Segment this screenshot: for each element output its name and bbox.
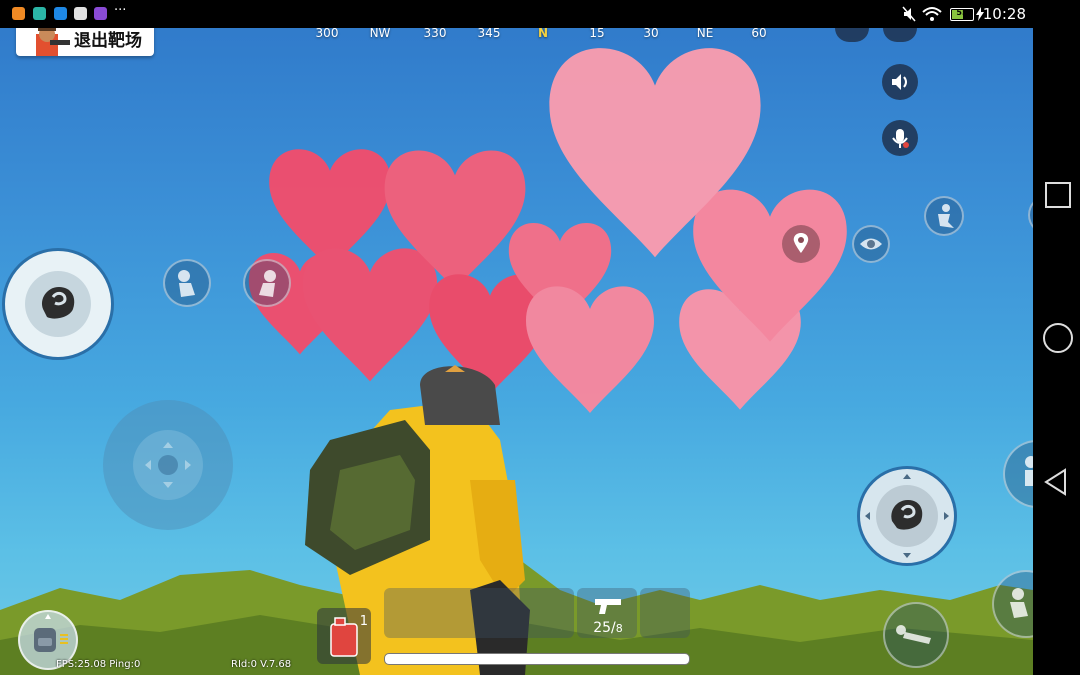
weapon-slot-pistol[interactable]: 25/8 (577, 588, 637, 638)
fire-button-right-inner (876, 485, 938, 547)
consumable-slot[interactable]: 1 (317, 608, 371, 664)
compass-tick: 345 (477, 26, 501, 40)
fire-button-left-inner (25, 271, 91, 337)
fire-button-left[interactable] (2, 248, 114, 360)
compass-tick-north: N (537, 26, 549, 40)
clock: 10:28 (982, 5, 1026, 23)
ammo-current: 25/ (593, 620, 616, 636)
app-icon (33, 7, 46, 20)
mic-button[interactable] (882, 120, 918, 156)
aim-stance-icon (1010, 588, 1028, 618)
compass-tick: 60 (751, 26, 767, 40)
heart-balloons (248, 48, 847, 413)
lean-right-button[interactable] (243, 259, 291, 307)
android-status-bar: ··· 55 10:28 (0, 0, 1080, 28)
crouch-button[interactable] (1003, 440, 1033, 508)
lean-left-button[interactable] (163, 259, 211, 307)
battery-level: 55 (956, 8, 968, 17)
consumable-count: 1 (359, 614, 368, 629)
lean-left-icon (178, 270, 195, 297)
compass-tick: NE (696, 26, 714, 40)
action-progress-bar (384, 653, 690, 665)
prone-button[interactable] (883, 602, 949, 668)
compass-tick: 300 (315, 26, 339, 40)
version-readout: RId:0 V.7.68 (231, 659, 292, 670)
punch-icon (891, 500, 923, 530)
gallery-app-icon (94, 7, 107, 20)
eye-icon (860, 238, 882, 250)
compass-bar: 300 NW 330 345 N 15 30 NE 60 (300, 26, 790, 44)
compass-tick: 15 (589, 26, 605, 40)
mute-icon (902, 6, 916, 22)
compass-tick: NW (369, 26, 391, 40)
lean-right-icon (259, 270, 276, 297)
joystick-knob (133, 430, 203, 500)
ammo-counter: 25/8 (581, 620, 635, 636)
speaker-button[interactable] (882, 64, 918, 100)
battery-indicator: 55 (950, 8, 974, 21)
dpad-icon (145, 442, 191, 488)
home-button[interactable] (1043, 323, 1073, 353)
weapon-slot-3[interactable] (640, 588, 690, 638)
speaker-icon (892, 74, 907, 90)
more-notifications-icon: ··· (114, 3, 127, 18)
exit-range-label: 退出靶场 (74, 31, 142, 51)
map-pin-icon (793, 233, 809, 253)
weapon-slot-1[interactable] (384, 588, 574, 638)
video-app-icon (74, 7, 87, 20)
peek-button[interactable] (852, 225, 890, 263)
movement-joystick[interactable] (103, 400, 233, 530)
map-marker-button[interactable] (782, 225, 820, 263)
crouch-icon (1025, 456, 1033, 486)
mic-muted-icon (892, 129, 909, 148)
trip-app-icon (54, 7, 67, 20)
game-viewport[interactable]: 退出靶场 300 NW 330 345 N 15 30 NE 60 1 25/8… (0, 0, 1033, 675)
compass-tick: 330 (423, 26, 447, 40)
jump-icon (938, 204, 954, 228)
prone-icon (896, 625, 931, 644)
punch-icon (41, 287, 75, 319)
aim-button[interactable] (992, 570, 1033, 638)
wifi-icon (922, 7, 942, 21)
recents-button[interactable] (1045, 182, 1071, 208)
game-scene (0, 48, 1033, 675)
taobao-app-icon (12, 7, 25, 20)
android-nav-bar (1033, 28, 1080, 675)
jump-button[interactable] (924, 196, 964, 236)
ammo-total: 8 (615, 622, 623, 635)
back-button[interactable] (1043, 468, 1069, 496)
compass-tick: 30 (643, 26, 659, 40)
fps-readout: FPS:25.08 Ping:0 (56, 659, 141, 670)
fuel-can-icon (330, 617, 358, 657)
avatar (36, 25, 70, 56)
pistol-icon (595, 599, 621, 614)
fire-button-right[interactable] (857, 466, 957, 566)
